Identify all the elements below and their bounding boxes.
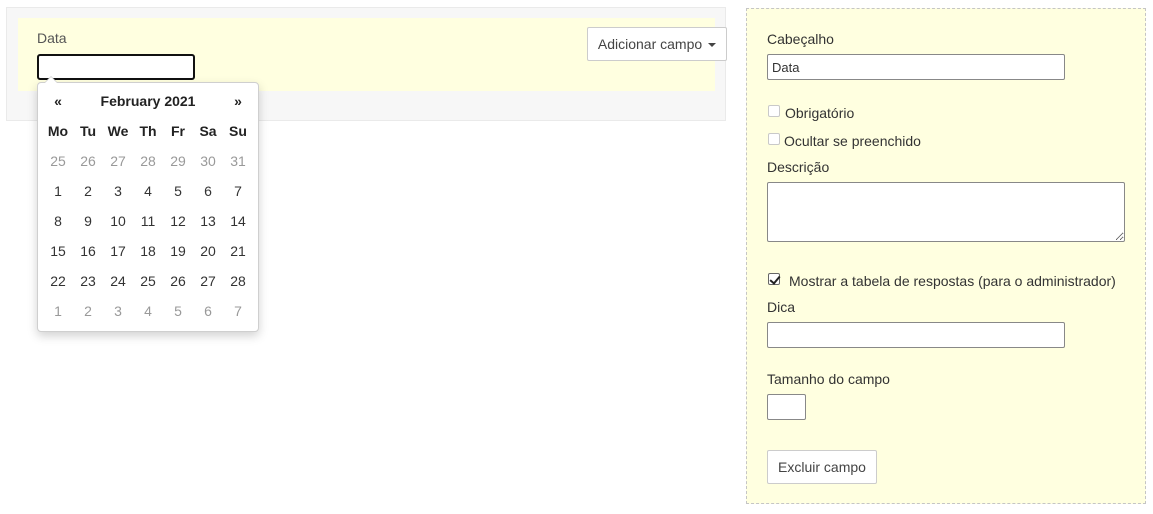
- datepicker-day[interactable]: 1: [43, 176, 73, 206]
- weekday-label: Su: [229, 123, 247, 139]
- description-textarea[interactable]: [767, 182, 1125, 242]
- field-size-input[interactable]: [767, 394, 806, 420]
- datepicker-day[interactable]: 15: [43, 236, 73, 266]
- datepicker-week-row: 22 23 24 25 26 27 28: [43, 266, 253, 296]
- datepicker-day[interactable]: 9: [73, 206, 103, 236]
- datepicker-day[interactable]: 6: [193, 296, 223, 326]
- datepicker-month-title[interactable]: February 2021: [73, 86, 223, 116]
- datepicker-day[interactable]: 27: [193, 266, 223, 296]
- required-label: Obrigatório: [785, 105, 855, 121]
- datepicker-day[interactable]: 12: [163, 206, 193, 236]
- weekday-label: We: [107, 123, 129, 139]
- datepicker-next-button[interactable]: »: [223, 86, 253, 116]
- datepicker-day[interactable]: 4: [133, 176, 163, 206]
- datepicker-day[interactable]: 7: [223, 176, 253, 206]
- show-table-label: Mostrar a tabela de respostas (para o ad…: [789, 273, 1116, 289]
- description-label: Descrição: [767, 159, 830, 175]
- datepicker-week-row: 8 9 10 11 12 13 14: [43, 206, 253, 236]
- datepicker-day[interactable]: 7: [223, 296, 253, 326]
- datepicker-day[interactable]: 16: [73, 236, 103, 266]
- datepicker-day[interactable]: 22: [43, 266, 73, 296]
- datepicker-day[interactable]: 20: [193, 236, 223, 266]
- field-size-label: Tamanho do campo: [767, 371, 890, 387]
- header-label: Cabeçalho: [767, 31, 834, 47]
- datepicker-day[interactable]: 19: [163, 236, 193, 266]
- datepicker-day[interactable]: 6: [193, 176, 223, 206]
- field-settings-panel: Cabeçalho Obrigatório Ocultar se preench…: [746, 8, 1146, 504]
- datepicker-day[interactable]: 2: [73, 176, 103, 206]
- datepicker-day[interactable]: 3: [103, 176, 133, 206]
- datepicker-popup: « February 2021 » Mo Tu We Th Fr Sa Su 25 26 27 2…: [37, 76, 259, 332]
- datepicker-day[interactable]: 27: [103, 146, 133, 176]
- date-field-label: Data: [37, 30, 67, 46]
- datepicker-day[interactable]: 23: [73, 266, 103, 296]
- hint-label: Dica: [767, 299, 796, 315]
- datepicker-day[interactable]: 10: [103, 206, 133, 236]
- datepicker-day[interactable]: 24: [103, 266, 133, 296]
- datepicker-week-row: 15 16 17 18 19 20 21: [43, 236, 253, 266]
- datepicker-day[interactable]: 17: [103, 236, 133, 266]
- datepicker-day[interactable]: 8: [43, 206, 73, 236]
- weekday-label: Tu: [79, 123, 97, 139]
- datepicker-day[interactable]: 29: [163, 146, 193, 176]
- weekday-header-row: Mo Tu We Th Fr Sa Su: [43, 116, 253, 146]
- datepicker-day[interactable]: 14: [223, 206, 253, 236]
- datepicker-day[interactable]: 11: [133, 206, 163, 236]
- hint-input[interactable]: [767, 322, 1065, 348]
- datepicker-day[interactable]: 28: [223, 266, 253, 296]
- hide-if-filled-label: Ocultar se preenchido: [784, 133, 921, 149]
- header-input[interactable]: [767, 54, 1065, 80]
- datepicker-prev-button[interactable]: «: [43, 86, 73, 116]
- weekday-label: Th: [139, 123, 157, 139]
- required-checkbox[interactable]: [768, 105, 780, 117]
- datepicker-day[interactable]: 31: [223, 146, 253, 176]
- datepicker-day[interactable]: 26: [163, 266, 193, 296]
- datepicker-day[interactable]: 26: [73, 146, 103, 176]
- datepicker-day[interactable]: 2: [73, 296, 103, 326]
- weekday-label: Fr: [171, 123, 185, 139]
- datepicker-day[interactable]: 25: [43, 146, 73, 176]
- datepicker-day[interactable]: 28: [133, 146, 163, 176]
- datepicker-day[interactable]: 3: [103, 296, 133, 326]
- hide-if-filled-checkbox[interactable]: [768, 133, 780, 145]
- delete-field-button[interactable]: Excluir campo: [767, 450, 877, 484]
- add-field-label: Adicionar campo: [597, 36, 703, 52]
- add-field-button[interactable]: Adicionar campo: [587, 27, 727, 61]
- weekday-label: Sa: [199, 123, 217, 139]
- datepicker-week-row: 25 26 27 28 29 30 31: [43, 146, 253, 176]
- caret-down-icon: [708, 42, 717, 47]
- datepicker-week-row: 1234567: [43, 176, 253, 206]
- datepicker-day[interactable]: 25: [133, 266, 163, 296]
- datepicker-grid: « February 2021 » Mo Tu We Th Fr Sa Su 25 26 27 2…: [43, 86, 253, 326]
- datepicker-day[interactable]: 18: [133, 236, 163, 266]
- datepicker-day[interactable]: 30: [193, 146, 223, 176]
- datepicker-days: 25 26 27 28 29 30 31 1 2 3 4 5 6 7 8 9 10 11 12 13 14 15 16 17 1…: [43, 146, 253, 326]
- datepicker-day[interactable]: 1: [43, 296, 73, 326]
- datepicker-day[interactable]: 5: [163, 296, 193, 326]
- datepicker-day[interactable]: 5: [163, 176, 193, 206]
- weekday-label: Mo: [47, 123, 69, 139]
- date-input[interactable]: [37, 54, 195, 80]
- show-table-checkbox[interactable]: [768, 273, 780, 285]
- datepicker-day[interactable]: 21: [223, 236, 253, 266]
- datepicker-week-row: 1234567: [43, 296, 253, 326]
- datepicker-day[interactable]: 4: [133, 296, 163, 326]
- datepicker-day[interactable]: 13: [193, 206, 223, 236]
